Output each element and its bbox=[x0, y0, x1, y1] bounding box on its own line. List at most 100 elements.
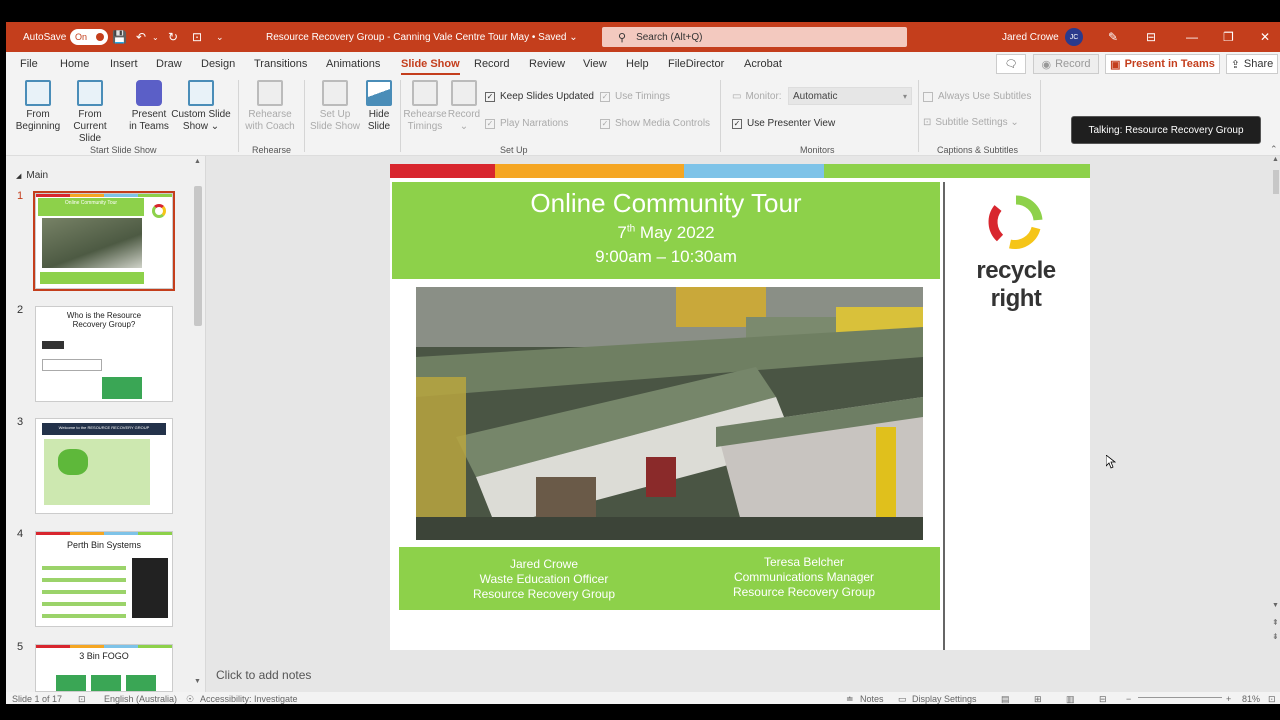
slide-thumbnail-5[interactable]: 3 Bin FOGO bbox=[35, 644, 173, 692]
notes-toggle[interactable]: Notes bbox=[860, 694, 884, 704]
undo-icon[interactable]: ↶ bbox=[136, 22, 146, 52]
date-rest: May 2022 bbox=[635, 223, 715, 242]
accessibility-icon[interactable]: ☉ bbox=[186, 694, 194, 704]
language-status[interactable]: English (Australia) bbox=[104, 694, 177, 704]
scrollbar-thumb[interactable] bbox=[1273, 170, 1279, 194]
play-narrations-checkbox[interactable]: ✓ Play Narrations bbox=[485, 118, 568, 129]
display-settings[interactable]: Display Settings bbox=[912, 694, 977, 704]
always-use-subtitles-checkbox[interactable]: Always Use Subtitles bbox=[923, 91, 1031, 102]
user-name[interactable]: Jared Crowe bbox=[1002, 22, 1059, 52]
tab-review[interactable]: Review bbox=[529, 52, 565, 76]
next-slide-icon[interactable]: ⇟ bbox=[1272, 632, 1279, 641]
scroll-down-icon[interactable]: ▼ bbox=[194, 678, 201, 685]
collapse-ribbon-icon[interactable]: ⌃ bbox=[1270, 144, 1278, 155]
slide-thumbnail-pane: ◢ Main 1 Online Community Tour 2 Who is t… bbox=[6, 156, 206, 692]
use-presenter-view-checkbox[interactable]: ✓ Use Presenter View bbox=[732, 118, 835, 129]
undo-dropdown-icon[interactable]: ⌄ bbox=[152, 22, 159, 52]
tab-animations[interactable]: Animations bbox=[326, 52, 380, 76]
scrollbar-thumb[interactable] bbox=[194, 186, 202, 326]
fit-slide-icon[interactable]: ⊡ bbox=[1268, 694, 1276, 704]
tab-record[interactable]: Record bbox=[474, 52, 509, 76]
tab-home[interactable]: Home bbox=[60, 52, 89, 76]
custom-slide-show-button[interactable]: Custom Slide Show ⌄ bbox=[170, 80, 232, 133]
set-up-slide-show-button[interactable]: Set Up Slide Show bbox=[308, 80, 362, 133]
speaker-2-role: Communications Manager bbox=[733, 570, 875, 584]
slide-title-block[interactable]: Online Community Tour 7th May 2022 9:00a… bbox=[392, 182, 940, 279]
redo-icon[interactable]: ↻ bbox=[168, 22, 178, 52]
slide-scrollbar[interactable]: ▲ ▼ ⇞ ⇟ bbox=[1272, 156, 1280, 692]
reading-view-icon[interactable]: ▥ bbox=[1066, 694, 1075, 704]
present-in-teams-ribbon-button[interactable]: Present in Teams bbox=[126, 80, 172, 133]
recycling-facility-photo[interactable] bbox=[416, 287, 923, 540]
display-settings-icon[interactable]: ▭ bbox=[898, 694, 907, 704]
ribbon-separator bbox=[304, 80, 305, 152]
notes-icon[interactable]: ≐ bbox=[846, 694, 854, 704]
hide-slide-button[interactable]: Hide Slide bbox=[362, 80, 396, 133]
from-beginning-button[interactable]: From Beginning bbox=[14, 80, 62, 133]
zoom-level[interactable]: 81% bbox=[1242, 694, 1260, 704]
recycle-logo-icon bbox=[152, 204, 166, 218]
record-button[interactable]: ◉ Record bbox=[1033, 54, 1099, 74]
slide-thumbnail-4[interactable]: Perth Bin Systems bbox=[35, 531, 173, 627]
avatar[interactable]: JC bbox=[1065, 28, 1083, 46]
keep-slides-updated-checkbox[interactable]: ✓ Keep Slides Updated bbox=[485, 91, 594, 102]
zoom-in-icon[interactable]: + bbox=[1226, 694, 1231, 704]
pen-icon[interactable]: ✎ bbox=[1108, 22, 1118, 52]
tab-filedirector[interactable]: FileDirector bbox=[668, 52, 724, 76]
slide-thumbnail-2[interactable]: Who is the Resource Recovery Group? bbox=[35, 306, 173, 402]
autosave-toggle[interactable]: On bbox=[70, 29, 108, 45]
tab-file[interactable]: File bbox=[20, 52, 38, 76]
previous-slide-icon[interactable]: ⇞ bbox=[1272, 618, 1279, 627]
tab-view[interactable]: View bbox=[583, 52, 607, 76]
comments-button[interactable]: 🗨 bbox=[996, 54, 1026, 74]
thumbnail-scrollbar[interactable]: ▲ ▼ bbox=[194, 158, 202, 686]
use-timings-checkbox[interactable]: ✓ Use Timings bbox=[600, 91, 670, 102]
from-current-line1: From bbox=[78, 109, 102, 120]
tab-slide-show[interactable]: Slide Show bbox=[401, 52, 460, 76]
show-media-label: Show Media Controls bbox=[615, 118, 711, 129]
record-slide-show-button[interactable]: Record ⌄ bbox=[446, 80, 482, 133]
tab-design[interactable]: Design bbox=[201, 52, 235, 76]
slide-canvas[interactable]: Online Community Tour 7th May 2022 9:00a… bbox=[390, 164, 1090, 650]
document-title[interactable]: Resource Recovery Group - Canning Vale C… bbox=[266, 22, 578, 52]
rehearse-timings-button[interactable]: Rehearse Timings bbox=[402, 80, 448, 133]
subtitle-settings-button[interactable]: ⊡ Subtitle Settings ⌄ bbox=[923, 117, 1019, 128]
ribbon-display-icon[interactable]: ⊟ bbox=[1146, 22, 1156, 52]
normal-view-icon[interactable]: ▤ bbox=[1001, 694, 1010, 704]
accessibility-status[interactable]: Accessibility: Investigate bbox=[200, 694, 298, 704]
search-box[interactable]: ⚲ Search (Alt+Q) bbox=[602, 27, 907, 47]
slide-thumbnail-1[interactable]: Online Community Tour bbox=[33, 191, 175, 291]
hide-slide-icon bbox=[366, 80, 392, 106]
minimize-icon[interactable]: — bbox=[1186, 22, 1198, 52]
save-icon[interactable]: 💾 bbox=[112, 22, 127, 52]
present-in-teams-button[interactable]: ▣ Present in Teams bbox=[1105, 54, 1220, 74]
customize-toolbar-icon[interactable]: ⌄ bbox=[216, 22, 224, 52]
start-from-beginning-icon[interactable]: ⊡ bbox=[192, 22, 202, 52]
tab-help[interactable]: Help bbox=[626, 52, 649, 76]
scroll-up-icon[interactable]: ▲ bbox=[1272, 156, 1279, 163]
spelling-icon[interactable]: ⊡ bbox=[78, 694, 86, 704]
ribbon-separator bbox=[400, 80, 401, 152]
restore-icon[interactable]: ❐ bbox=[1223, 22, 1234, 52]
scroll-up-icon[interactable]: ▲ bbox=[194, 158, 201, 165]
tab-insert[interactable]: Insert bbox=[110, 52, 138, 76]
slide-color-stripe bbox=[390, 164, 1090, 178]
notes-pane[interactable]: Click to add notes bbox=[216, 668, 311, 682]
show-media-controls-checkbox[interactable]: ✓ Show Media Controls bbox=[600, 118, 710, 129]
tab-transitions[interactable]: Transitions bbox=[254, 52, 307, 76]
scroll-down-icon[interactable]: ▼ bbox=[1272, 602, 1279, 609]
rehearse-with-coach-button[interactable]: Rehearse with Coach bbox=[242, 80, 298, 133]
monitor-select[interactable]: Automatic ▾ bbox=[788, 87, 912, 105]
section-header[interactable]: ◢ Main bbox=[16, 170, 48, 181]
tab-draw[interactable]: Draw bbox=[156, 52, 182, 76]
slideshow-view-icon[interactable]: ⊟ bbox=[1099, 694, 1107, 704]
close-icon[interactable]: ✕ bbox=[1260, 22, 1270, 52]
slide-thumbnail-3[interactable]: Welcome to the RESOURCE RECOVERY GROUP bbox=[35, 418, 173, 514]
zoom-out-icon[interactable]: − bbox=[1126, 694, 1131, 704]
zoom-slider[interactable] bbox=[1138, 697, 1222, 698]
from-current-slide-button[interactable]: From Current Slide bbox=[62, 80, 118, 145]
slide-sorter-icon[interactable]: ⊞ bbox=[1034, 694, 1042, 704]
speakers-block[interactable]: Jared Crowe Waste Education Officer Reso… bbox=[399, 547, 940, 610]
share-button[interactable]: ⇪ Share bbox=[1226, 54, 1278, 74]
tab-acrobat[interactable]: Acrobat bbox=[744, 52, 782, 76]
